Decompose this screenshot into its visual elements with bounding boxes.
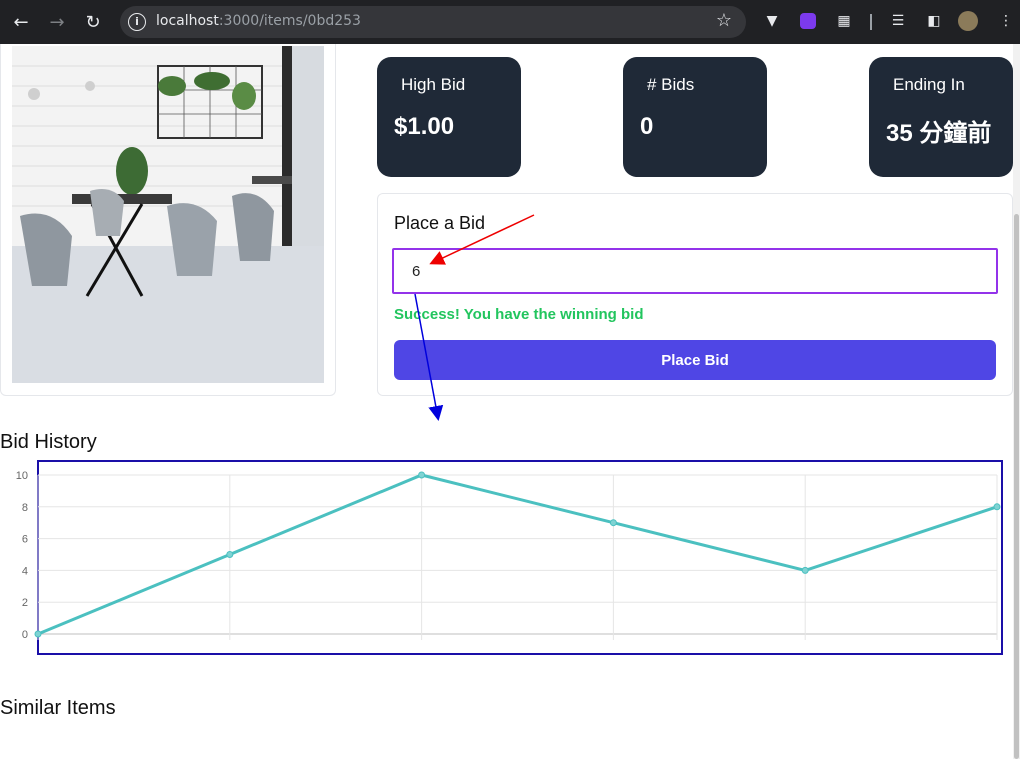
page-scrollbar[interactable]: [1013, 44, 1020, 759]
ending-in-card: Ending In 35 分鐘前: [869, 57, 1013, 177]
browser-toolbar: ← → ↻ i localhost:3000/items/0bd253 ☆ ▼ …: [0, 0, 1020, 44]
success-message: Success! You have the winning bid: [394, 306, 644, 323]
profile-avatar-icon[interactable]: [958, 11, 978, 31]
item-photo: [12, 46, 324, 383]
reload-icon[interactable]: ↻: [81, 10, 105, 34]
data-point: [609, 519, 617, 527]
similar-items-heading: Similar Items: [0, 697, 116, 719]
high-bid-card: High Bid $1.00: [377, 57, 521, 177]
url-path: :3000/items/0bd253: [218, 13, 361, 29]
forward-arrow-icon[interactable]: →: [45, 10, 69, 34]
bid-count-label: # Bids: [647, 75, 695, 94]
scrollbar-thumb[interactable]: [1014, 214, 1019, 759]
data-point: [34, 630, 42, 638]
y-tick-label: 4: [22, 565, 28, 577]
address-bar[interactable]: i localhost:3000/items/0bd253 ☆: [120, 6, 746, 38]
data-point: [226, 551, 234, 558]
url-host: localhost: [156, 13, 219, 29]
kebab-menu-icon[interactable]: ⋮: [996, 11, 1016, 31]
extensions-puzzle-icon[interactable]: ▦: [834, 11, 854, 31]
high-bid-value: $1.00: [394, 113, 455, 140]
side-panel-icon[interactable]: ◧: [924, 11, 944, 31]
bookmark-star-icon[interactable]: ☆: [716, 10, 732, 31]
site-info-icon[interactable]: i: [128, 13, 146, 31]
ending-in-value: 35 分鐘前: [886, 120, 992, 147]
bid-history-heading: Bid History: [0, 431, 97, 453]
url-text[interactable]: localhost:3000/items/0bd253: [156, 13, 361, 29]
extension-purple-icon[interactable]: [800, 13, 816, 29]
data-point: [418, 471, 426, 479]
data-point: [801, 566, 809, 574]
bid-count-value: 0: [640, 113, 654, 140]
bid-amount-input[interactable]: [392, 248, 998, 294]
y-tick-label: 2: [22, 597, 28, 609]
y-tick-label: 6: [22, 534, 28, 546]
media-queue-icon[interactable]: ☰: [888, 11, 908, 31]
series-line: [37, 473, 998, 636]
place-bid-title: Place a Bid: [394, 213, 486, 233]
toolbar-separator: [870, 14, 872, 30]
bid-history-chart: 0 2 4 6 8 10: [16, 470, 1001, 641]
high-bid-label: High Bid: [401, 75, 466, 94]
y-tick-label: 8: [22, 502, 28, 514]
bid-count-card: # Bids 0: [623, 57, 767, 177]
ending-in-label: Ending In: [893, 75, 965, 94]
back-arrow-icon[interactable]: ←: [9, 10, 33, 34]
y-tick-label: 0: [22, 629, 28, 641]
y-tick-label: 10: [16, 470, 28, 482]
extension-v-icon[interactable]: ▼: [762, 11, 782, 31]
cafe-interior-image: [12, 46, 324, 383]
data-point: [993, 503, 1001, 511]
place-bid-button[interactable]: Place Bid: [394, 340, 996, 380]
